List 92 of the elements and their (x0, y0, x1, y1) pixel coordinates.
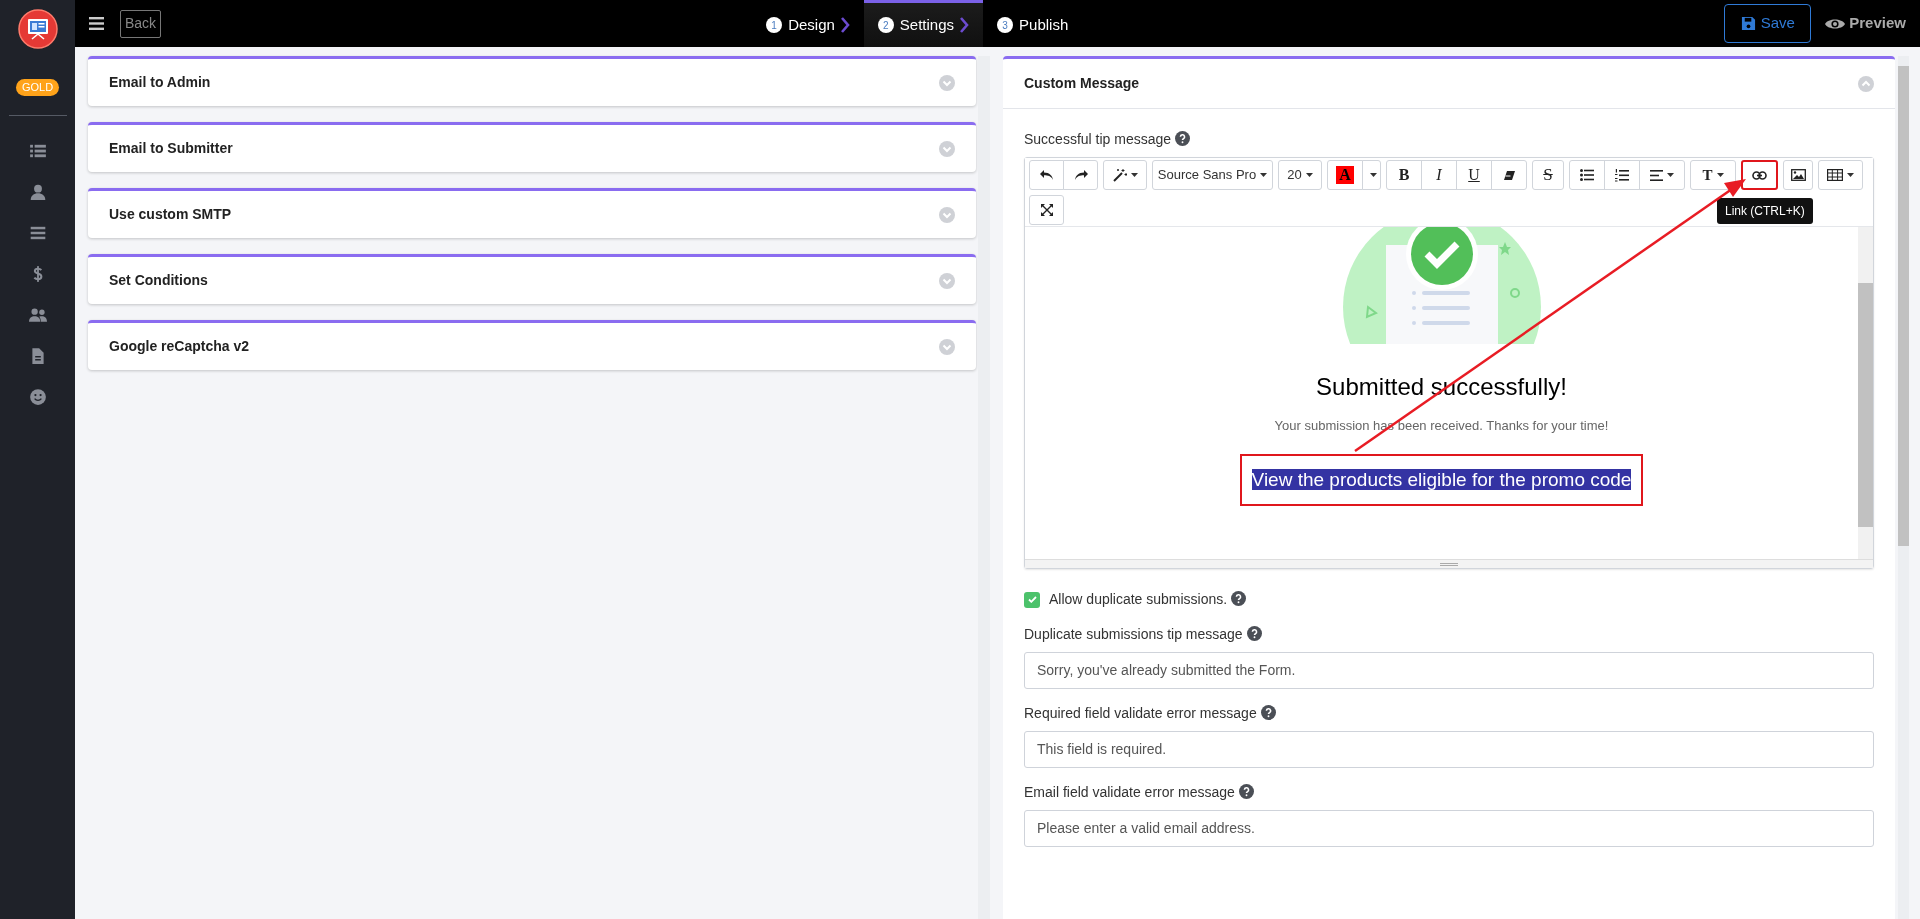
preview-button[interactable]: Preview (1825, 12, 1906, 35)
strikethrough-button[interactable]: S (1532, 160, 1564, 190)
panel-header[interactable]: Custom Message (1003, 59, 1895, 109)
field-label: Duplicate submissions tip message (1024, 624, 1874, 644)
logo-icon[interactable] (17, 9, 58, 49)
text-color-button[interactable]: A (1327, 160, 1363, 190)
panel-title: Email to Submitter (109, 139, 233, 158)
step-tab[interactable]: 1 Design (752, 0, 864, 47)
link-button[interactable] (1741, 160, 1778, 190)
step-number: 3 (997, 17, 1014, 33)
settings-panel[interactable]: Set Conditions (88, 254, 976, 304)
bullet-list-button[interactable] (1569, 160, 1605, 190)
caret-icon (1370, 173, 1377, 177)
color-dropdown-button[interactable] (1362, 160, 1381, 190)
magic-wand-icon (1112, 168, 1127, 182)
font-size-dropdown[interactable]: 20 (1278, 160, 1322, 190)
checkbox[interactable] (1024, 591, 1040, 608)
caret-icon (1667, 173, 1674, 177)
check-icon (1027, 596, 1037, 603)
checkbox-label: Allow duplicate submissions. (1049, 589, 1247, 610)
step-number: 2 (877, 17, 894, 33)
step-label: Settings (899, 14, 955, 35)
panel-title: Custom Message (1024, 74, 1140, 93)
settings-panel[interactable]: Use custom SMTP (88, 188, 976, 238)
settings-panel[interactable]: Google reCaptcha v2 (88, 320, 976, 370)
caret-icon (1847, 173, 1854, 177)
clear-format-button[interactable] (1491, 160, 1527, 190)
fullscreen-icon (1040, 204, 1053, 216)
scrollbar[interactable] (1858, 227, 1873, 559)
panel-title: Google reCaptcha v2 (109, 337, 250, 356)
eraser-icon (1502, 169, 1516, 181)
text-style-button[interactable]: T (1690, 160, 1736, 190)
back-button[interactable]: Back (120, 9, 162, 38)
help-icon (1238, 784, 1254, 799)
help-icon (1231, 591, 1247, 606)
style-button[interactable] (1103, 160, 1147, 190)
link-text[interactable]: View the products eligible for the promo code (1251, 468, 1632, 490)
fullscreen-button[interactable] (1029, 195, 1064, 225)
undo-icon (1039, 169, 1054, 181)
save-button[interactable]: Save (1724, 4, 1812, 43)
help-icon (1260, 705, 1276, 720)
field-label: Required field validate error message (1024, 703, 1874, 723)
numbered-list-button[interactable] (1604, 160, 1640, 190)
chevron-icon (840, 17, 850, 33)
step-number: 1 (766, 17, 783, 33)
list-icon[interactable] (28, 142, 47, 160)
caret-icon (1260, 173, 1268, 177)
underline-button[interactable]: U (1456, 160, 1492, 190)
help-icon (1246, 626, 1262, 641)
smiley-icon[interactable] (28, 388, 47, 406)
settings-panel[interactable]: Email to Admin (88, 56, 976, 106)
numbered-list-icon (1615, 168, 1629, 182)
save-icon (1740, 16, 1756, 31)
step-tab[interactable]: 2 Settings (863, 0, 984, 47)
table-button[interactable] (1818, 160, 1863, 190)
undo-button[interactable] (1029, 160, 1064, 190)
step-label: Publish (1019, 14, 1069, 35)
align-icon (1650, 169, 1663, 181)
redo-icon (1073, 169, 1088, 181)
field-label: Successful tip message (1024, 129, 1874, 149)
settings-panel[interactable]: Email to Submitter (88, 122, 976, 172)
users-icon[interactable] (28, 306, 47, 324)
resize-handle[interactable] (1025, 559, 1873, 568)
align-button[interactable] (1639, 160, 1685, 190)
table-icon (1827, 169, 1843, 181)
panel-title: Set Conditions (109, 271, 208, 290)
tooltip: Link (CTRL+K) (1717, 198, 1813, 224)
panel-title: Email to Admin (109, 73, 211, 92)
menu-icon[interactable] (89, 17, 104, 30)
caret-icon (1305, 173, 1313, 177)
image-icon (1790, 169, 1806, 181)
redo-button[interactable] (1063, 160, 1098, 190)
bullet-list-icon (1580, 169, 1594, 181)
step-label: Design (788, 14, 835, 35)
plan-badge: GOLD (15, 79, 60, 96)
user-icon[interactable] (28, 183, 47, 201)
scrollbar[interactable] (1898, 56, 1909, 919)
input-field[interactable]: Please enter a valid email address. (1024, 810, 1874, 847)
image-button[interactable] (1783, 160, 1813, 190)
link-icon (1752, 170, 1767, 180)
field-label: Email field validate error message (1024, 782, 1874, 802)
font-family-dropdown[interactable]: Source Sans Pro (1152, 160, 1273, 190)
caret-icon (1716, 173, 1724, 177)
input-field[interactable]: Sorry, you've already submitted the Form. (1024, 652, 1874, 689)
caret-icon (1130, 173, 1138, 177)
chevron-icon (960, 17, 970, 33)
italic-button[interactable]: I (1421, 160, 1457, 190)
bold-button[interactable]: B (1386, 160, 1422, 190)
panel-title: Use custom SMTP (109, 205, 232, 224)
help-icon (1175, 131, 1191, 146)
step-tab[interactable]: 3 Publish (983, 0, 1083, 47)
input-field[interactable]: This field is required. (1024, 731, 1874, 768)
